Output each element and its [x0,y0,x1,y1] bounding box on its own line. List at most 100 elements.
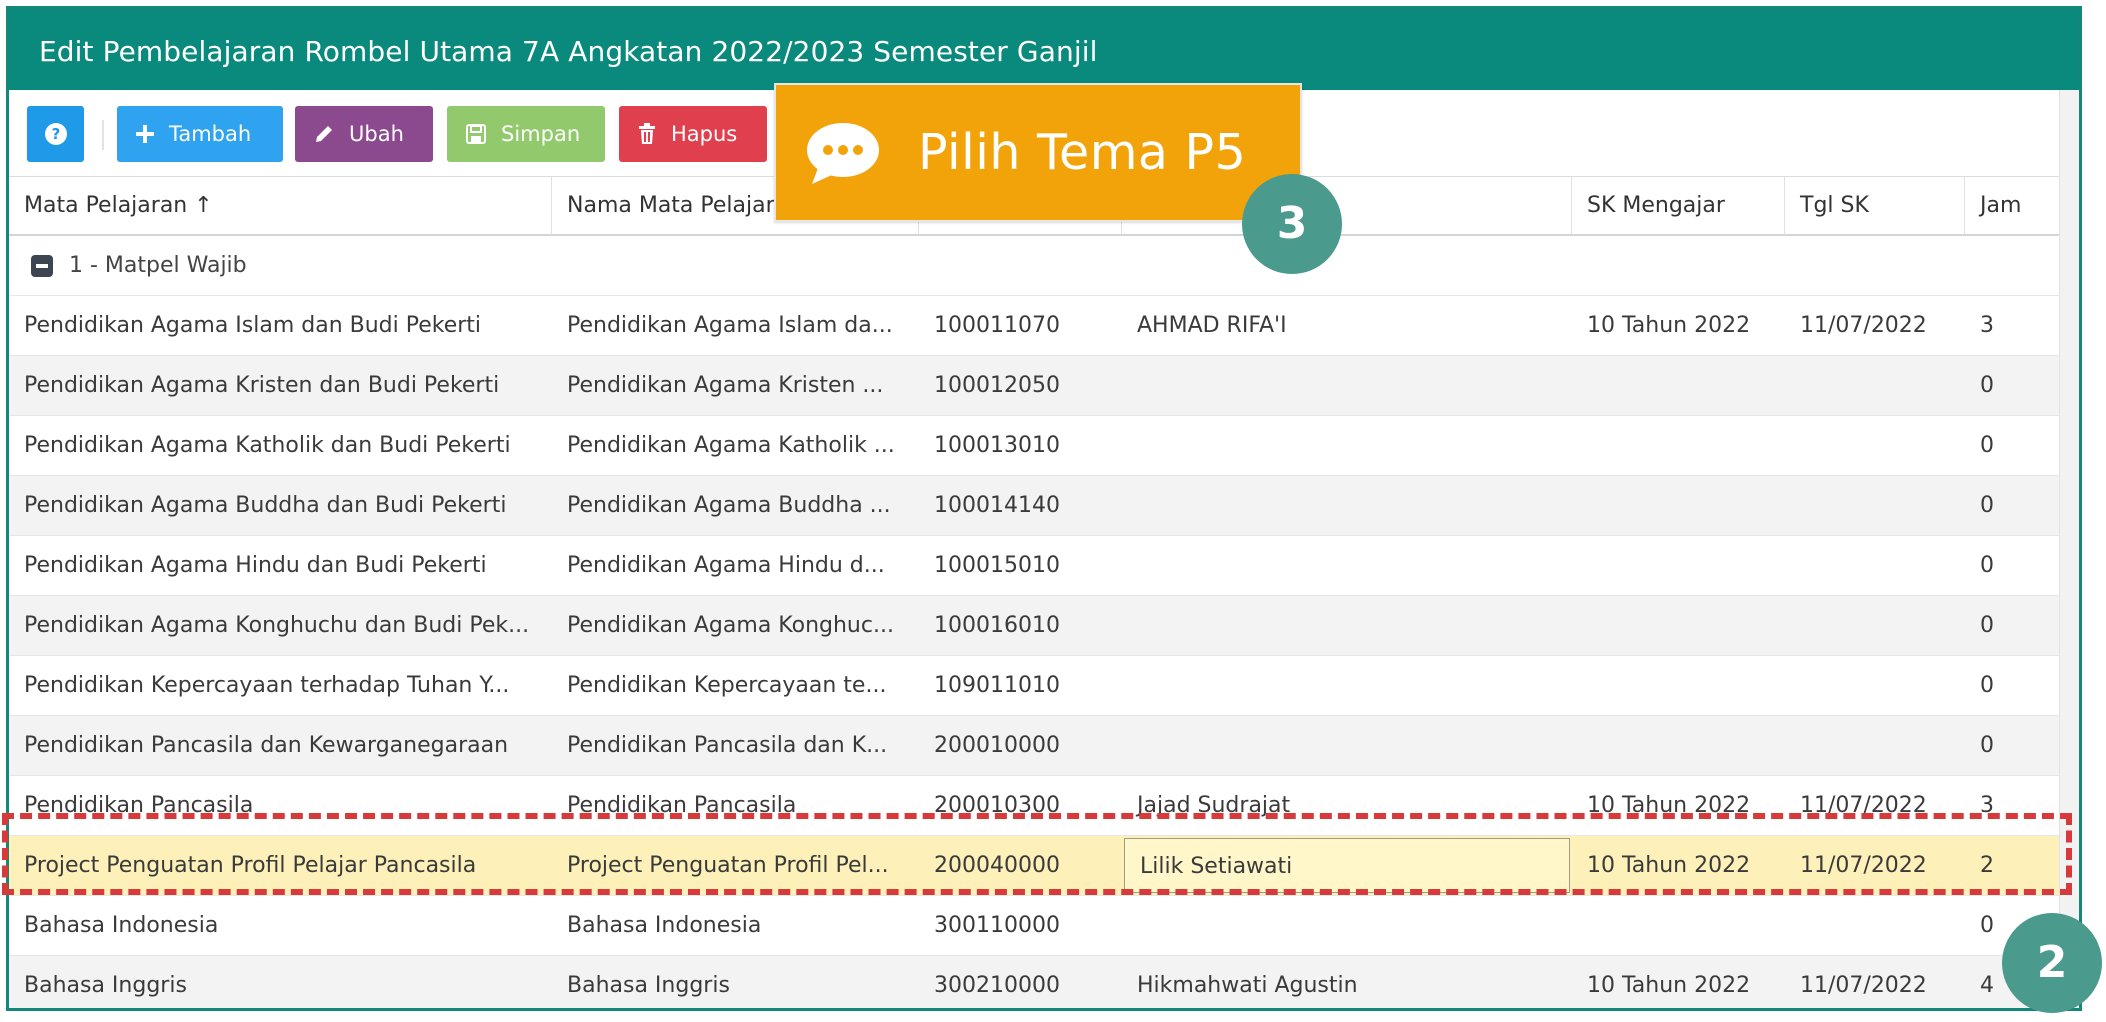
delete-button[interactable]: Hapus [619,106,767,162]
cell-kode[interactable]: 300110000 [919,896,1122,955]
save-button[interactable]: Simpan [447,106,605,162]
cell-ptk[interactable]: AHMAD RIFA'I [1122,296,1572,355]
cell-sk[interactable]: 10 Tahun 2022 [1572,836,1785,895]
cell-tgl[interactable]: 11/07/2022 [1785,836,1965,895]
cell-mapel[interactable]: Pendidikan Agama Buddha dan Budi Pekerti [9,476,552,535]
column-header-jam[interactable]: Jam [1965,177,2059,235]
cell-kode[interactable]: 200010300 [919,776,1122,835]
cell-tgl[interactable] [1785,656,1965,715]
cell-jam[interactable]: 0 [1965,656,2059,715]
cell-ptk[interactable] [1122,356,1572,415]
cell-ptk[interactable] [1122,536,1572,595]
callout-pilih-tema-p5[interactable]: Pilih Tema P5 [774,83,1302,222]
table-row[interactable]: Pendidikan Agama Katholik dan Budi Peker… [9,416,2059,476]
column-header-sk-mengajar[interactable]: SK Mengajar [1572,177,1785,235]
cell-tgl[interactable] [1785,896,1965,955]
cell-mapel[interactable]: Pendidikan Agama Hindu dan Budi Pekerti [9,536,552,595]
edit-button[interactable]: Ubah [295,106,433,162]
cell-sk[interactable] [1572,596,1785,655]
cell-tgl[interactable]: 11/07/2022 [1785,776,1965,835]
cell-jam[interactable]: 0 [1965,596,2059,655]
cell-mapel[interactable]: Pendidikan Pancasila [9,776,552,835]
vertical-scrollbar[interactable] [2059,90,2079,1008]
cell-ptk[interactable]: Lilik Setiawati [1124,838,1570,893]
column-header-tgl-sk[interactable]: Tgl SK [1785,177,1965,235]
cell-jam[interactable]: 0 [1965,416,2059,475]
cell-tgl[interactable] [1785,356,1965,415]
cell-ptk[interactable] [1122,416,1572,475]
cell-mapel[interactable]: Pendidikan Pancasila dan Kewarganegaraan [9,716,552,775]
add-button[interactable]: Tambah [117,106,283,162]
cell-tgl[interactable] [1785,716,1965,775]
cell-mapel[interactable]: Pendidikan Agama Katholik dan Budi Peker… [9,416,552,475]
table-row[interactable]: Bahasa Inggris Bahasa Inggris 300210000 Hik… [9,956,2059,1008]
table-row[interactable]: Pendidikan Pancasila Pendidikan Pancasila… [9,776,2059,836]
table-row[interactable]: Pendidikan Kepercayaan terhadap Tuhan Y.… [9,656,2059,716]
cell-jam[interactable]: 3 [1965,776,2059,835]
cell-jam[interactable]: 0 [1965,356,2059,415]
cell-nama[interactable]: Pendidikan Agama Buddha ... [552,476,919,535]
table-row[interactable]: Pendidikan Agama Kristen dan Budi Pekert… [9,356,2059,416]
cell-mapel[interactable]: Pendidikan Agama Kristen dan Budi Pekert… [9,356,552,415]
cell-kode[interactable]: 300210000 [919,956,1122,1008]
cell-sk[interactable] [1572,656,1785,715]
cell-sk[interactable] [1572,476,1785,535]
table-row[interactable]: Bahasa Indonesia Bahasa Indonesia 30011000… [9,896,2059,956]
cell-tgl[interactable]: 11/07/2022 [1785,296,1965,355]
cell-ptk[interactable] [1122,716,1572,775]
cell-nama[interactable]: Pendidikan Agama Kristen ... [552,356,919,415]
cell-tgl[interactable] [1785,476,1965,535]
cell-tgl[interactable]: 11/07/2022 [1785,956,1965,1008]
cell-nama[interactable]: Pendidikan Agama Konghuc... [552,596,919,655]
cell-nama[interactable]: Pendidikan Pancasila dan K... [552,716,919,775]
cell-kode[interactable]: 100015010 [919,536,1122,595]
cell-ptk[interactable] [1122,596,1572,655]
cell-mapel[interactable]: Pendidikan Kepercayaan terhadap Tuhan Y.… [9,656,552,715]
cell-nama[interactable]: Project Penguatan Profil Pel... [552,836,919,895]
cell-ptk[interactable]: Jajad Sudrajat [1122,776,1572,835]
cell-ptk[interactable] [1122,476,1572,535]
cell-kode[interactable]: 100013010 [919,416,1122,475]
cell-jam[interactable]: 2 [1965,836,2059,895]
cell-kode[interactable]: 200010000 [919,716,1122,775]
help-button[interactable]: ? [27,106,84,162]
cell-nama[interactable]: Pendidikan Agama Islam da... [552,296,919,355]
collapse-icon[interactable] [31,254,53,277]
cell-sk[interactable] [1572,896,1785,955]
cell-jam[interactable]: 0 [1965,536,2059,595]
cell-ptk[interactable] [1122,656,1572,715]
cell-nama[interactable]: Pendidikan Pancasila [552,776,919,835]
cell-mapel[interactable]: Project Penguatan Profil Pelajar Pancasi… [9,836,552,895]
table-row[interactable]: Pendidikan Agama Buddha dan Budi Pekerti… [9,476,2059,536]
cell-nama[interactable]: Pendidikan Agama Hindu d... [552,536,919,595]
cell-kode[interactable]: 200040000 [919,836,1122,895]
table-row[interactable]: Pendidikan Agama Hindu dan Budi Pekerti P… [9,536,2059,596]
cell-sk[interactable]: 10 Tahun 2022 [1572,956,1785,1008]
cell-sk[interactable] [1572,416,1785,475]
cell-mapel[interactable]: Bahasa Inggris [9,956,552,1008]
cell-kode[interactable]: 100014140 [919,476,1122,535]
cell-sk[interactable] [1572,716,1785,775]
cell-sk[interactable]: 10 Tahun 2022 [1572,776,1785,835]
cell-sk[interactable]: 10 Tahun 2022 [1572,296,1785,355]
cell-ptk[interactable] [1122,896,1572,955]
cell-tgl[interactable] [1785,596,1965,655]
table-row[interactable]: Project Penguatan Profil Pelajar Pancasi… [9,836,2059,896]
cell-jam[interactable]: 0 [1965,716,2059,775]
cell-jam[interactable]: 0 [1965,476,2059,535]
cell-nama[interactable]: Pendidikan Agama Katholik ... [552,416,919,475]
cell-jam[interactable]: 3 [1965,296,2059,355]
table-row[interactable]: Pendidikan Pancasila dan Kewarganegaraan… [9,716,2059,776]
cell-tgl[interactable] [1785,416,1965,475]
table-row[interactable]: Pendidikan Agama Islam dan Budi Pekerti P… [9,296,2059,356]
cell-nama[interactable]: Bahasa Inggris [552,956,919,1008]
cell-sk[interactable] [1572,356,1785,415]
cell-nama[interactable]: Bahasa Indonesia [552,896,919,955]
column-header-mata-pelajaran[interactable]: Mata Pelajaran ↑ [9,177,552,235]
cell-kode[interactable]: 100011070 [919,296,1122,355]
cell-sk[interactable] [1572,536,1785,595]
cell-tgl[interactable] [1785,536,1965,595]
cell-kode[interactable]: 109011010 [919,656,1122,715]
cell-mapel[interactable]: Bahasa Indonesia [9,896,552,955]
cell-kode[interactable]: 100012050 [919,356,1122,415]
